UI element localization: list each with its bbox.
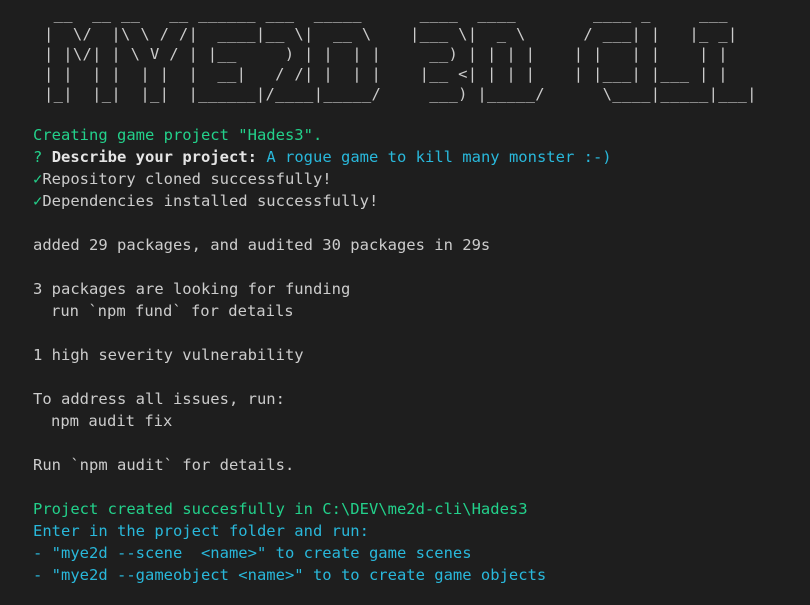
checkmark-icon: ✓ — [33, 192, 43, 210]
run-audit-line: Run `npm audit` for details. — [33, 456, 295, 474]
hint-gameobject-line: - "mye2d --gameobject <name>" to to crea… — [33, 566, 547, 584]
checkmark-icon: ✓ — [33, 170, 43, 188]
audit-fix-command: npm audit fix — [51, 412, 173, 430]
address-issues-line: To address all issues, run: — [33, 390, 285, 408]
terminal-output: Creating game project "Hades3". ? Descri… — [33, 124, 803, 586]
repo-cloned-text: Repository cloned successfully! — [42, 170, 332, 188]
vulnerability-line: 1 high severity vulnerability — [33, 346, 304, 364]
describe-prompt-line: ? Describe your project: A rogue game to… — [33, 146, 803, 168]
prompt-answer: A rogue game to kill many monster :-) — [266, 148, 612, 166]
ascii-banner-art: __ __ __ __ ______ ___ _____ ____ ____ _… — [44, 5, 757, 103]
terminal-window[interactable]: __ __ __ __ ______ ___ _____ ____ ____ _… — [0, 0, 810, 605]
deps-installed-line: ✓Dependencies installed successfully! — [33, 190, 803, 212]
funding-line: 3 packages are looking for funding — [33, 280, 351, 298]
hint-scene-line: - "mye2d --scene <name>" to create game … — [33, 544, 472, 562]
enter-folder-line: Enter in the project folder and run: — [33, 522, 369, 540]
fund-details-line: run `npm fund` for details — [51, 302, 294, 320]
prompt-label: Describe your project: — [51, 148, 257, 166]
repo-cloned-line: ✓Repository cloned successfully! — [33, 168, 803, 190]
prompt-question-mark: ? — [33, 148, 43, 166]
added-packages-line: added 29 packages, and audited 30 packag… — [33, 236, 491, 254]
creating-project-line: Creating game project "Hades3". — [33, 126, 323, 144]
project-created-line: Project created succesfully in C:\DEV\me… — [33, 500, 528, 518]
ascii-banner: __ __ __ __ ______ ___ _____ ____ ____ _… — [0, 0, 810, 110]
deps-installed-text: Dependencies installed successfully! — [42, 192, 379, 210]
